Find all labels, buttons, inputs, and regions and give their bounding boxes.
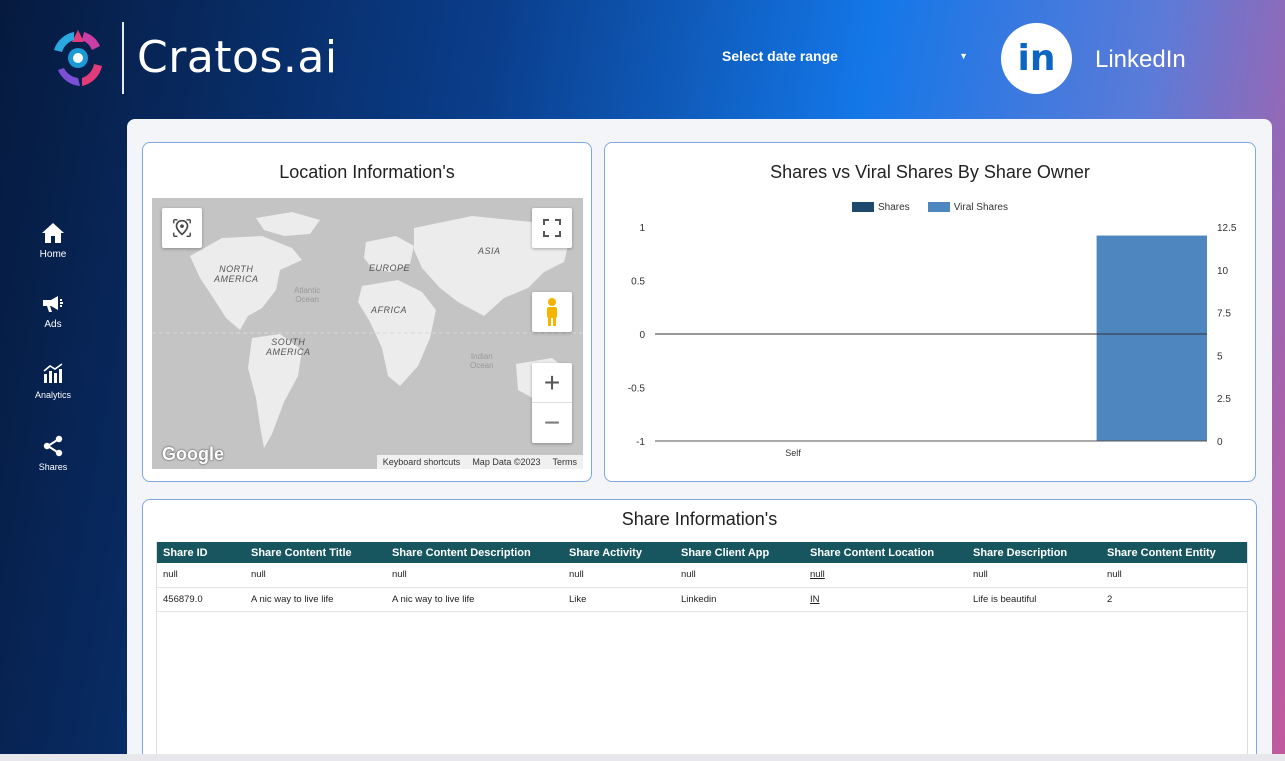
table-header-row: Share ID Share Content Title Share Conte… — [157, 542, 1247, 563]
sidebar-item-label: Shares — [38, 462, 68, 472]
cell: Life is beautiful — [967, 587, 1101, 612]
bar-viral-shares — [1096, 235, 1207, 441]
y-right-tick-label: 7.5 — [1217, 309, 1231, 320]
col-share-description[interactable]: Share Description — [967, 542, 1101, 563]
sidebar-item-label: Home — [39, 249, 67, 260]
fullscreen-icon — [543, 219, 561, 237]
col-content-entity[interactable]: Share Content Entity — [1101, 542, 1247, 563]
terms-link[interactable]: Terms — [553, 457, 578, 467]
main-panel: Location Information's NORTH AMERICA EUR… — [127, 119, 1272, 761]
col-content-description[interactable]: Share Content Description — [386, 542, 563, 563]
share-table: Share ID Share Content Title Share Conte… — [157, 542, 1247, 612]
bottom-strip — [0, 754, 1285, 761]
date-range-select[interactable]: Select date range ▼ — [722, 48, 968, 70]
y-right-tick-label: 2.5 — [1217, 394, 1231, 405]
col-share-id[interactable]: Share ID — [157, 542, 245, 563]
keyboard-shortcuts-link[interactable]: Keyboard shortcuts — [383, 457, 461, 467]
y-left-tick-label: 0 — [639, 330, 645, 341]
street-view-button[interactable] — [532, 292, 572, 332]
my-location-button[interactable] — [162, 208, 202, 248]
zoom-out-button[interactable]: − — [532, 403, 572, 443]
share-info-title: Share Information's — [621, 509, 778, 529]
cell: null — [1101, 563, 1247, 588]
google-logo: Google — [162, 444, 224, 464]
share-icon — [43, 435, 63, 457]
cell: null — [675, 563, 804, 588]
cell: A nic way to live life — [386, 587, 563, 612]
platform-name: LinkedIn — [1095, 46, 1186, 73]
map-data-attribution: Map Data ©2023 — [472, 457, 541, 467]
cratos-logo-icon — [44, 24, 112, 92]
chart-card: Shares vs Viral Shares By Share Owner Sh… — [604, 142, 1256, 482]
col-activity[interactable]: Share Activity — [563, 542, 675, 563]
map-label-europe: EUROPE — [369, 263, 411, 273]
logo-divider — [122, 22, 124, 94]
y-right-tick-label: 0 — [1217, 437, 1223, 448]
megaphone-icon — [43, 296, 63, 312]
cell: 2 — [1101, 587, 1247, 612]
home-icon — [42, 223, 64, 243]
map-label-north-america: NORTH AMERICA — [214, 264, 259, 284]
brand-name: Cratos.ai — [137, 32, 338, 83]
map-label-south-america: SOUTH AMERICA — [266, 337, 311, 357]
map-footer: Keyboard shortcuts Map Data ©2023 Terms — [376, 455, 583, 469]
fullscreen-button[interactable] — [532, 208, 572, 248]
chart-plot: 1 0.5 0 -0.5 -1 12.5 10 7.5 5 2.5 0 Self — [628, 223, 1237, 458]
share-info-card: Share Information's Share ID Share Conte… — [142, 499, 1257, 761]
location-pin-icon — [173, 219, 191, 237]
col-content-location[interactable]: Share Content Location — [804, 542, 967, 563]
linkedin-logo-icon: in — [1001, 23, 1072, 94]
sidebar-item-label: Ads — [44, 319, 62, 330]
sidebar-item-shares[interactable]: Shares — [0, 434, 106, 472]
sidebar-item-home[interactable]: Home — [0, 221, 106, 260]
linkedin-badge-text: in — [1017, 38, 1056, 79]
cell-location-link[interactable]: IN — [804, 587, 967, 612]
cell: Linkedin — [675, 587, 804, 612]
y-right-tick-label: 10 — [1217, 266, 1229, 277]
date-range-label: Select date range — [722, 48, 838, 64]
y-right-tick-label: 5 — [1217, 351, 1223, 362]
world-map[interactable]: NORTH AMERICA EUROPE ASIA AFRICA SOUTH AME… — [152, 198, 583, 469]
sidebar-item-ads[interactable]: Ads — [0, 291, 106, 330]
y-left-tick-label: 1 — [639, 223, 645, 234]
zoom-control: + − — [532, 363, 572, 443]
location-card-title: Location Information's — [279, 162, 455, 182]
y-left-tick-label: -1 — [636, 437, 645, 448]
analytics-icon — [43, 363, 63, 383]
table-row: null null null null null null null null — [157, 563, 1247, 588]
sidebar-item-analytics[interactable]: Analytics — [0, 362, 106, 400]
cell: Like — [563, 587, 675, 612]
map-label-asia: ASIA — [478, 246, 501, 256]
cell: null — [245, 563, 386, 588]
caret-down-icon: ▼ — [959, 51, 968, 61]
zoom-in-button[interactable]: + — [532, 363, 572, 403]
map-label-indian: Indian Ocean — [470, 352, 494, 370]
x-tick-label: Self — [785, 448, 801, 458]
map-landmass — [152, 198, 583, 469]
share-table-container: Share ID Share Content Title Share Conte… — [156, 542, 1248, 761]
col-client-app[interactable]: Share Client App — [675, 542, 804, 563]
y-right-tick-label: 12.5 — [1217, 223, 1237, 234]
col-content-title[interactable]: Share Content Title — [245, 542, 386, 563]
map-label-africa: AFRICA — [371, 305, 408, 315]
cell: 456879.0 — [157, 587, 245, 612]
cell: null — [157, 563, 245, 588]
location-card: Location Information's NORTH AMERICA EUR… — [142, 142, 592, 482]
y-left-tick-label: -0.5 — [628, 384, 646, 395]
y-left-tick-label: 0.5 — [631, 277, 645, 288]
sidebar-item-label: Analytics — [34, 390, 71, 400]
pegman-icon — [547, 298, 557, 326]
cell-location-link[interactable]: null — [804, 563, 967, 588]
cell: null — [563, 563, 675, 588]
cell: null — [967, 563, 1101, 588]
table-row: 456879.0 A nic way to live life A nic wa… — [157, 587, 1247, 612]
cell: null — [386, 563, 563, 588]
cell: A nic way to live life — [245, 587, 386, 612]
map-label-atlantic: Atlantic Ocean — [294, 286, 321, 304]
